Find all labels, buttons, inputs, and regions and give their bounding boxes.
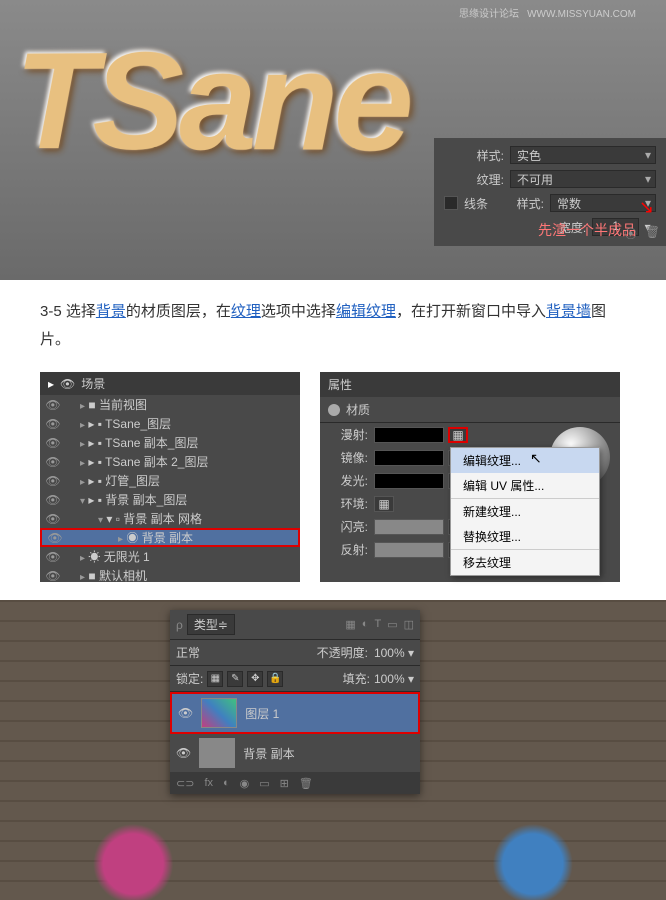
lock-position-icon[interactable]: ✥ (247, 671, 263, 687)
lock-transparent-icon[interactable]: ▦ (207, 671, 223, 687)
visibility-icon[interactable]: 👁 (44, 569, 62, 583)
menu-edit-uv[interactable]: 编辑 UV 属性... (451, 473, 599, 498)
watermark-url: WWW.MISSYUAN.COM (527, 9, 636, 20)
color-swatch[interactable] (374, 450, 444, 466)
filter-adjust-icon[interactable]: ◐ (362, 618, 369, 631)
red-arrow-annotation: ↘ (639, 197, 654, 218)
render-preview: 思缘设计论坛 WWW.MISSYUAN.COM TSane 样式: 实色 纹理:… (0, 0, 666, 280)
visibility-icon[interactable]: 👁 (44, 550, 62, 564)
scene-item[interactable]: 👁▾ ▸ ▪ 背景 副本_图层 (40, 490, 300, 509)
scene-item[interactable]: 👁▸ ▸ ▪ TSane 副本_图层 (40, 433, 300, 452)
material-icon (328, 404, 340, 416)
filter-smart-icon[interactable]: ◫ (404, 618, 414, 631)
adjustment-icon[interactable]: ◉ (240, 777, 250, 790)
texture-editor: ρ 类型 ≑ ▦ ◐ T ▭ ◫ 正常 不透明度: 100% ▾ 锁定: ▦ ✎… (0, 600, 666, 900)
trash-icon[interactable]: 🗑 (645, 225, 660, 242)
blend-mode-select[interactable]: 正常 (176, 644, 256, 661)
scene-panel: ▸👁 场景 👁▸ ■ 当前视图👁▸ ▸ ▪ TSane_图层👁▸ ▸ ▪ TSa… (40, 372, 300, 582)
layer-name: 图层 1 (245, 705, 279, 722)
layer-thumbnail[interactable] (199, 738, 235, 768)
properties-panel: 样式: 实色 纹理: 不可用 线条 样式: 常数 宽度: 1 ▾ ↘ 先渲一个半… (434, 138, 666, 246)
visibility-icon[interactable]: 👁 (44, 417, 62, 431)
color-swatch[interactable] (374, 473, 444, 489)
lock-pixels-icon[interactable]: ✎ (227, 671, 243, 687)
link-bg-wall[interactable]: 背景墙 (546, 303, 591, 320)
scene-item[interactable]: 👁▸ ▸ ▪ 灯管_图层 (40, 471, 300, 490)
texture-label: 纹理: (444, 171, 504, 188)
scene-item[interactable]: 👁▸ ◉ 背景 副本 (40, 528, 300, 547)
watermark: 思缘设计论坛 WWW.MISSYUAN.COM (454, 5, 636, 20)
visibility-icon[interactable]: 👁 (44, 398, 62, 412)
visibility-icon[interactable]: 👁 (46, 531, 64, 545)
texture-icon[interactable]: ▦ (374, 496, 394, 512)
instruction-text: 3-5 选择背景的材质图层，在纹理选项中选择编辑纹理，在打开新窗口中导入背景墙图… (0, 280, 666, 372)
visibility-icon[interactable]: 👁 (44, 474, 62, 488)
texture-context-menu: 编辑纹理... 编辑 UV 属性... 新建纹理... 替换纹理... 移去纹理 (450, 447, 600, 576)
visibility-icon[interactable]: 👁 (44, 455, 62, 469)
color-swatch[interactable] (374, 519, 444, 535)
layers-panel: ρ 类型 ≑ ▦ ◐ T ▭ ◫ 正常 不透明度: 100% ▾ 锁定: ▦ ✎… (170, 610, 420, 794)
mask-icon[interactable]: ◐ (223, 777, 230, 790)
color-swatch[interactable] (374, 542, 444, 558)
fill-label: 填充: (343, 670, 370, 687)
layer-row[interactable]: 👁 背景 副本 (170, 734, 420, 773)
visibility-icon[interactable]: 👁 (44, 493, 62, 507)
material-tab[interactable]: 材质 (320, 397, 620, 423)
visibility-icon[interactable]: 👁 (44, 512, 62, 526)
menu-replace-texture[interactable]: 替换纹理... (451, 524, 599, 549)
line-label: 线条 (464, 195, 504, 212)
link-texture[interactable]: 纹理 (231, 303, 261, 320)
scene-item[interactable]: 👁▸ ▸ ▪ TSane 副本 2_图层 (40, 452, 300, 471)
watermark-text: 思缘设计论坛 (459, 9, 519, 20)
link-background[interactable]: 背景 (96, 303, 126, 320)
filter-type-icon[interactable]: T (374, 618, 381, 631)
opacity-label: 不透明度: (317, 644, 368, 661)
line-checkbox[interactable] (444, 196, 458, 210)
scene-header: ▸👁 场景 (40, 372, 300, 395)
texture-select[interactable]: 不可用 (510, 170, 656, 188)
style-label: 样式: (444, 147, 504, 164)
lock-label: 锁定: (176, 670, 203, 687)
filter-pixel-icon[interactable]: ▦ (345, 618, 355, 631)
visibility-icon[interactable]: 👁 (44, 436, 62, 450)
scene-item[interactable]: 👁▾ ▾ ▫ 背景 副本 网格 (40, 509, 300, 528)
menu-edit-texture[interactable]: 编辑纹理... (451, 448, 599, 473)
cursor-icon: ↖ (530, 450, 542, 467)
3d-text: TSane (15, 18, 409, 184)
eye-icon[interactable]: 👁 (60, 377, 75, 391)
layer-name: 背景 副本 (243, 745, 294, 762)
scene-item[interactable]: 👁▸ ▸ ▪ TSane_图层 (40, 414, 300, 433)
delete-icon[interactable]: 🗑 (299, 777, 313, 790)
color-swatch[interactable] (374, 427, 444, 443)
link-layers-icon[interactable]: ⊂⊃ (176, 777, 194, 790)
menu-remove-texture[interactable]: 移去纹理 (451, 550, 599, 575)
line-style-label: 样式: (504, 195, 544, 212)
link-edit-texture[interactable]: 编辑纹理 (336, 303, 396, 320)
material-header: 属性 (320, 372, 620, 397)
fill-input[interactable]: 100% ▾ (374, 672, 414, 686)
visibility-icon[interactable]: 👁 (178, 706, 193, 720)
scene-item[interactable]: 👁▸ ■ 默认相机 (40, 566, 300, 585)
filter-shape-icon[interactable]: ▭ (387, 618, 397, 631)
layer-thumbnail[interactable] (201, 698, 237, 728)
group-icon[interactable]: ▭ (259, 777, 269, 790)
visibility-icon[interactable]: 👁 (176, 746, 191, 760)
texture-icon[interactable]: ▦ (448, 427, 468, 443)
layer-filter-select[interactable]: 类型 ≑ (187, 614, 235, 635)
material-panel: 属性 材质 漫射:▦镜像:▦发光:▦环境:▦闪亮:▦反射:▦ 编辑纹理... 编… (320, 372, 620, 582)
lock-all-icon[interactable]: 🔒 (267, 671, 283, 687)
fx-icon[interactable]: fx (204, 777, 213, 790)
new-layer-icon[interactable]: ⊞ (280, 777, 289, 790)
opacity-input[interactable]: 100% ▾ (374, 646, 414, 660)
style-select[interactable]: 实色 (510, 146, 656, 164)
layer-row[interactable]: 👁 图层 1 (170, 692, 420, 734)
menu-new-texture[interactable]: 新建纹理... (451, 499, 599, 524)
render-icon[interactable]: ⦿ (625, 225, 637, 242)
annotation-text: 先渲一个半成品 (538, 220, 636, 240)
scene-item[interactable]: 👁▸ ■ 当前视图 (40, 395, 300, 414)
scene-item[interactable]: 👁▸ ☀ 无限光 1 (40, 547, 300, 566)
